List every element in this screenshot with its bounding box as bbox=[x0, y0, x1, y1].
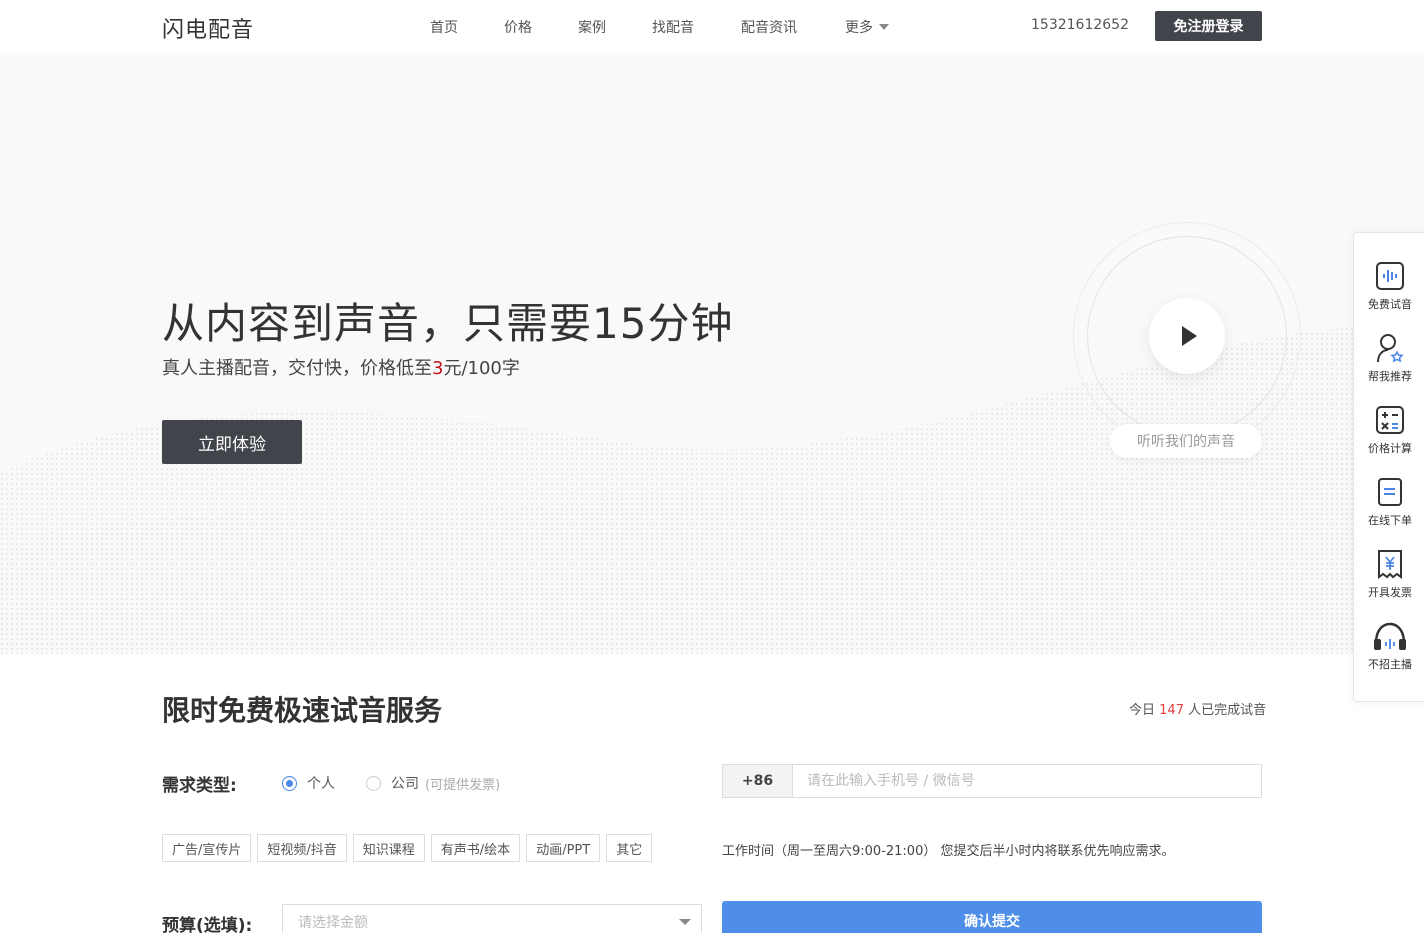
sidebar-label: 开具发票 bbox=[1368, 586, 1412, 599]
sidebar-free-trial[interactable]: 免费试音 bbox=[1354, 261, 1424, 312]
play-icon bbox=[1181, 326, 1197, 346]
demand-type-label: 需求类型: bbox=[162, 776, 237, 796]
hero-title: 从内容到声音，只需要15分钟 bbox=[162, 299, 734, 348]
tag-audiobook[interactable]: 有声书/绘本 bbox=[430, 834, 521, 862]
tag-ad[interactable]: 广告/宣传片 bbox=[162, 834, 252, 862]
hero-banner: 从内容到声音，只需要15分钟 真人主播配音，交付快，价格低至3元/100字 立即… bbox=[0, 52, 1424, 654]
hero-sub-unit: 元/100字 bbox=[443, 358, 520, 379]
chevron-down-icon bbox=[679, 919, 691, 925]
top-header: 闪电配音 首页 价格 案例 找配音 配音资讯 更多 15321612652 免注… bbox=[0, 0, 1424, 52]
sidebar-invoice[interactable]: 开具发票 bbox=[1354, 549, 1424, 600]
tag-animation[interactable]: 动画/PPT bbox=[526, 834, 601, 862]
contact-input-group: +86 bbox=[722, 764, 1262, 798]
today-count: 今日 147 人已完成试音 bbox=[1129, 699, 1266, 718]
try-now-button[interactable]: 立即体验 bbox=[162, 420, 302, 464]
hero-sub-text: 真人主播配音，交付快，价格低至 bbox=[162, 358, 432, 379]
nav-home[interactable]: 首页 bbox=[430, 17, 504, 37]
radio-company[interactable]: 公司 (可提供发票) bbox=[366, 773, 500, 793]
radio-personal[interactable]: 个人 bbox=[282, 773, 335, 793]
sidebar-hire-voice[interactable]: 不招主播 bbox=[1354, 621, 1424, 672]
budget-label: 预算(选填): bbox=[162, 916, 253, 933]
tag-course[interactable]: 知识课程 bbox=[352, 834, 425, 862]
tag-short-video[interactable]: 短视频/抖音 bbox=[257, 834, 347, 862]
headphones-icon bbox=[1374, 622, 1406, 650]
user-star-icon bbox=[1377, 334, 1404, 363]
nav-more[interactable]: 更多 bbox=[845, 17, 889, 37]
hero-subtitle: 真人主播配音，交付快，价格低至3元/100字 bbox=[162, 354, 520, 380]
radio-unchecked-icon bbox=[366, 775, 381, 791]
today-suffix: 人已完成试音 bbox=[1188, 703, 1267, 718]
hero-price: 3 bbox=[432, 358, 444, 379]
main-nav: 首页 价格 案例 找配音 配音资讯 更多 bbox=[430, 17, 889, 37]
country-code[interactable]: +86 bbox=[723, 765, 793, 797]
tag-other[interactable]: 其它 bbox=[606, 834, 653, 862]
demand-tags: 广告/宣传片 短视频/抖音 知识课程 有声书/绘本 动画/PPT 其它 bbox=[162, 834, 658, 862]
contact-phone: 15321612652 bbox=[1031, 17, 1129, 33]
login-button[interactable]: 免注册登录 bbox=[1155, 11, 1262, 41]
nav-more-label: 更多 bbox=[845, 20, 873, 36]
nav-news[interactable]: 配音资讯 bbox=[741, 17, 845, 37]
budget-placeholder: 请选择金额 bbox=[298, 915, 368, 931]
budget-select[interactable]: 请选择金额 bbox=[282, 904, 702, 933]
sidebar-label: 免费试音 bbox=[1368, 298, 1412, 311]
section-title: 限时免费极速试音服务 bbox=[162, 694, 443, 727]
sidebar-price-calc[interactable]: 价格计算 bbox=[1354, 405, 1424, 456]
order-icon bbox=[1378, 478, 1402, 506]
audio-wave-icon bbox=[1376, 262, 1404, 290]
radio-checked-icon bbox=[282, 775, 297, 791]
work-time-note: 工作时间（周一至周六9:00-21:00） 您提交后半小时内将联系优先响应需求。 bbox=[722, 844, 1175, 859]
sidebar-recommend[interactable]: 帮我推荐 bbox=[1354, 333, 1424, 384]
invoice-icon bbox=[1378, 550, 1402, 579]
sidebar-label: 在线下单 bbox=[1368, 514, 1412, 527]
today-prefix: 今日 bbox=[1129, 703, 1156, 718]
sidebar-label: 不招主播 bbox=[1368, 658, 1412, 671]
sidebar-label: 价格计算 bbox=[1368, 442, 1412, 455]
chevron-down-icon bbox=[879, 24, 889, 30]
sidebar-label: 帮我推荐 bbox=[1368, 370, 1412, 383]
calculator-icon bbox=[1376, 406, 1404, 434]
contact-input[interactable] bbox=[793, 765, 1261, 797]
site-logo[interactable]: 闪电配音 bbox=[162, 12, 254, 44]
invoice-note: (可提供发票) bbox=[425, 777, 501, 793]
radio-personal-label: 个人 bbox=[307, 776, 335, 792]
submit-button[interactable]: 确认提交 bbox=[722, 901, 1262, 933]
sidebar-order[interactable]: 在线下单 bbox=[1354, 477, 1424, 528]
listen-voice-button[interactable]: 听听我们的声音 bbox=[1110, 424, 1262, 458]
today-number: 147 bbox=[1159, 703, 1184, 718]
play-button[interactable] bbox=[1149, 298, 1225, 374]
radio-company-label: 公司 bbox=[391, 776, 419, 792]
nav-find-voice[interactable]: 找配音 bbox=[652, 17, 741, 37]
nav-cases[interactable]: 案例 bbox=[578, 17, 652, 37]
floating-sidebar: 免费试音 帮我推荐 价格计算 在线下单 开具发票 不招主播 bbox=[1353, 232, 1424, 702]
nav-price[interactable]: 价格 bbox=[504, 17, 578, 37]
